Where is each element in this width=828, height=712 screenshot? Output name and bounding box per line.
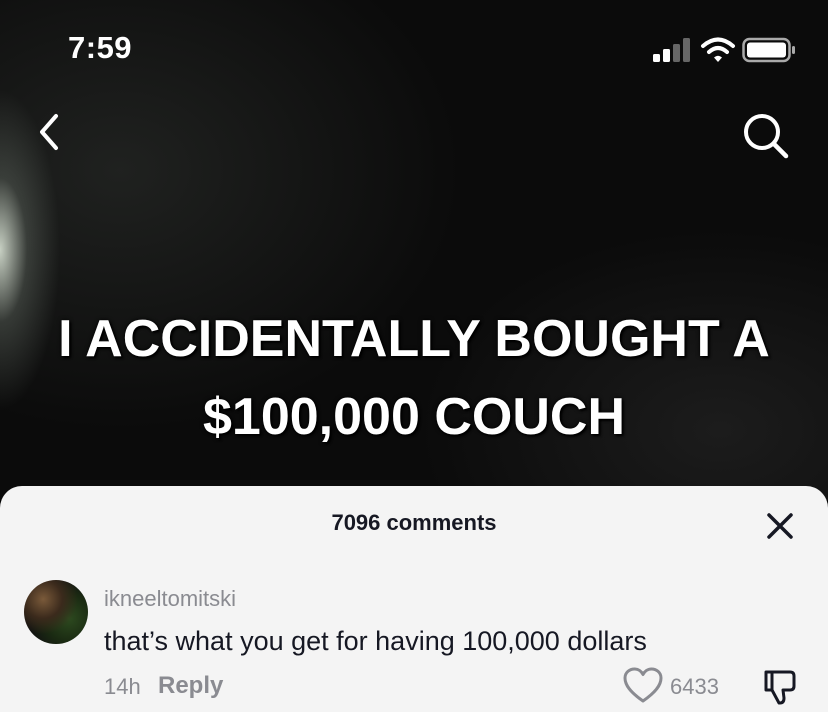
back-arrow-icon[interactable] <box>30 108 78 156</box>
video-caption: I ACCIDENTALLY BOUGHT A $100,000 COUCH <box>0 300 828 456</box>
thumbs-down-icon[interactable] <box>760 666 800 706</box>
status-time: 7:59 <box>68 30 133 65</box>
battery-icon <box>742 37 795 63</box>
caption-line-1: I ACCIDENTALLY BOUGHT A <box>58 310 770 368</box>
signal-icon <box>653 38 690 62</box>
like-count: 6433 <box>670 674 719 699</box>
comment-time: 14h <box>104 674 141 699</box>
reply-button[interactable]: Reply <box>158 672 223 700</box>
comment-count: 7096 comments <box>331 510 497 535</box>
close-icon[interactable] <box>764 510 796 542</box>
wifi-icon <box>701 37 735 62</box>
comment-text: that’s what you get for having 100,000 d… <box>104 626 647 656</box>
comments-sheet: 7096 comments ikneeltomitski that’s what… <box>0 486 828 712</box>
heart-icon[interactable] <box>622 666 664 706</box>
caption-line-2: $100,000 COUCH <box>203 388 625 446</box>
avatar[interactable] <box>24 580 88 644</box>
comment-username[interactable]: ikneeltomitski <box>104 586 236 612</box>
search-icon[interactable] <box>738 108 794 164</box>
